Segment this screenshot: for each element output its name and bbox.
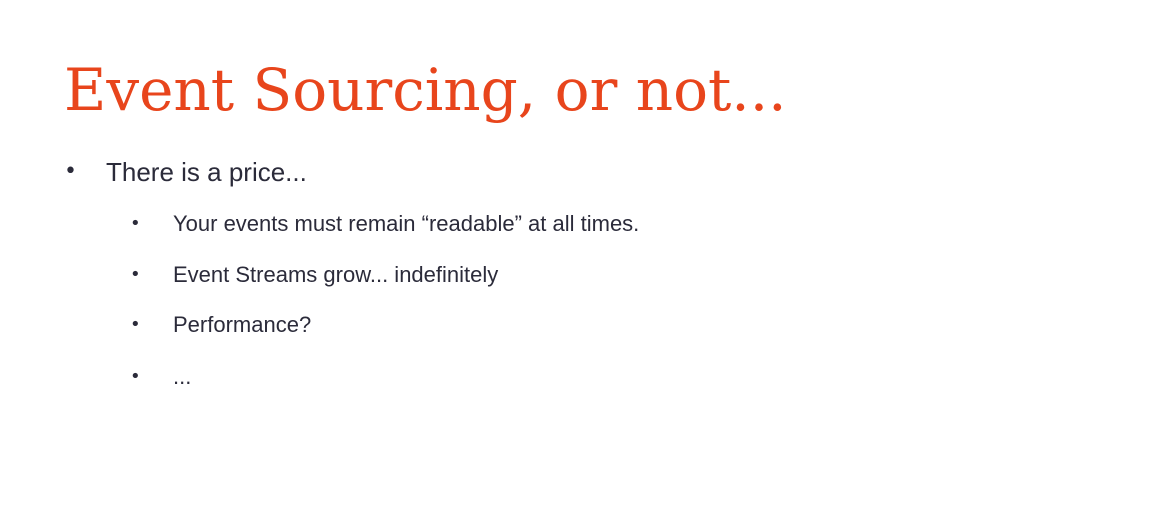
bullet-dot-icon: •: [130, 213, 141, 234]
slide: Event Sourcing, or not... • There is a p…: [0, 0, 1166, 520]
sub-bullet-text: Event Streams grow... indefinitely: [173, 262, 499, 287]
sub-bullet-text: Performance?: [173, 312, 312, 337]
bullet-dot-icon: •: [130, 264, 141, 285]
sub-bullet-text: Your events must remain “readable” at al…: [173, 211, 640, 236]
bullet-dot-icon: •: [64, 159, 77, 184]
bullet-dot-icon: •: [130, 366, 141, 387]
sub-bullet-text: ...: [173, 364, 192, 389]
slide-title: Event Sourcing, or not...: [64, 56, 787, 124]
bullet-dot-icon: •: [130, 314, 141, 335]
bullet-text: There is a price...: [106, 157, 307, 187]
